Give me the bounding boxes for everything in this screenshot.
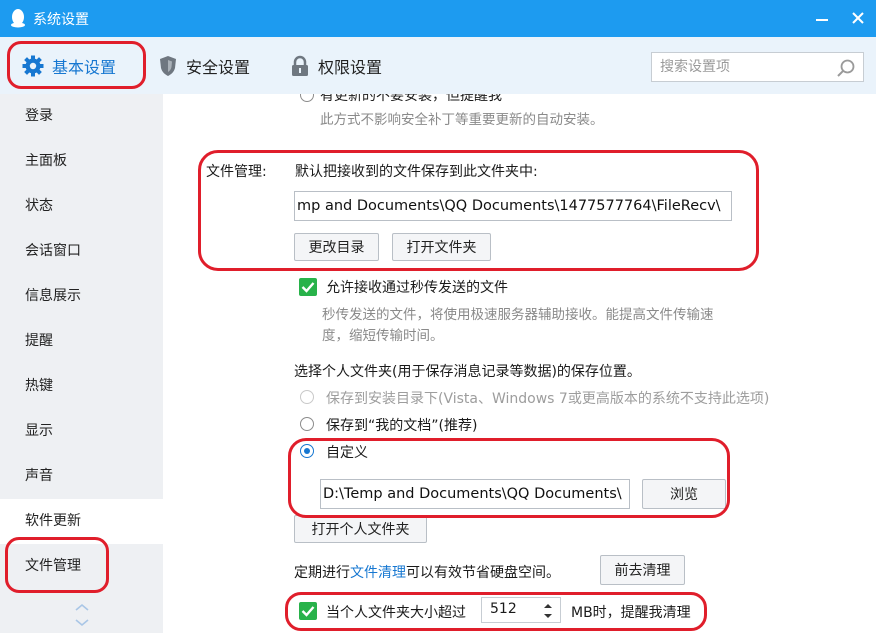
sidebar-item-sound[interactable]: 声音	[0, 454, 163, 499]
window-title: 系统设置	[33, 12, 89, 28]
shield-icon	[160, 55, 176, 76]
sidebar-item-hotkeys[interactable]: 热键	[0, 364, 163, 409]
allow-instant-label: 允许接收通过秒传发送的文件	[326, 280, 508, 296]
receive-folder-path: mp and Documents\QQ Documents\1477577764…	[297, 198, 721, 214]
custom-path-field[interactable]: D:\Temp and Documents\QQ Documents\	[320, 479, 630, 509]
sidebar-item-login[interactable]: 登录	[0, 94, 163, 139]
browse-button[interactable]: 浏览	[642, 479, 726, 509]
sidebar-item-file-management[interactable]: 文件管理	[0, 544, 163, 589]
my-docs-label: 保存到“我的文档”(推荐)	[326, 418, 478, 434]
minimize-button[interactable]	[810, 6, 834, 30]
open-personal-folder-button[interactable]: 打开个人文件夹	[294, 515, 427, 543]
sidebar-item-reminder[interactable]: 提醒	[0, 319, 163, 364]
instant-note-line1: 秒传发送的文件，将使用极速服务器辅助接收。能提高文件传输速	[322, 307, 714, 323]
settings-content: 有更新的不要安装，但提醒我 此方式不影响安全补丁等重要更新的自动安装。 文件管理…	[163, 94, 876, 633]
custom-path: D:\Temp and Documents\QQ Documents\	[323, 486, 622, 502]
change-directory-button[interactable]: 更改目录	[294, 233, 379, 261]
save-folder-description: 默认把接收到的文件保存到此文件夹中:	[295, 164, 538, 180]
install-dir-label: 保存到安装目录下(Vista、Windows 7或更高版本的系统不支持此选项)	[326, 391, 770, 407]
gear-icon	[22, 55, 44, 76]
sidebar-item-chat-window[interactable]: 会话窗口	[0, 229, 163, 274]
spin-up-icon[interactable]	[540, 600, 556, 611]
update-note: 此方式不影响安全补丁等重要更新的自动安装。	[320, 112, 604, 128]
size-warning-suffix: MB时，提醒我清理	[571, 605, 691, 621]
close-icon	[852, 12, 864, 24]
qq-penguin-icon	[11, 9, 25, 28]
check-icon	[301, 606, 315, 617]
size-warning-checkbox[interactable]	[299, 602, 317, 620]
cleanup-suffix: 可以有效节省硬盘空间。	[406, 565, 560, 581]
allow-instant-checkbox[interactable]	[299, 278, 317, 296]
custom-label: 自定义	[326, 445, 368, 461]
go-cleanup-button[interactable]: 前去清理	[600, 555, 685, 585]
tab-security-settings[interactable]: 安全设置	[158, 37, 250, 94]
tab-security-label: 安全设置	[186, 57, 251, 77]
search-input[interactable]	[660, 57, 830, 77]
close-button[interactable]	[846, 6, 870, 30]
instant-note-line2: 度，缩短传输时间。	[322, 328, 444, 344]
size-limit-value: 512	[490, 601, 517, 617]
cleanup-prefix: 定期进行	[294, 565, 350, 581]
sidebar-item-software-update[interactable]: 软件更新	[0, 499, 163, 544]
search-icon[interactable]	[835, 57, 857, 79]
size-warning-prefix: 当个人文件夹大小超过	[326, 605, 466, 621]
file-management-heading: 文件管理:	[206, 164, 267, 180]
tab-permission-label: 权限设置	[318, 57, 383, 77]
sidebar-item-info-display[interactable]: 信息展示	[0, 274, 163, 319]
tab-basic-label: 基本设置	[52, 57, 117, 77]
cleanup-description: 定期进行文件清理可以有效节省硬盘空间。	[294, 562, 560, 582]
minimize-icon	[816, 19, 828, 21]
lock-icon	[292, 55, 308, 76]
receive-folder-path-field[interactable]: mp and Documents\QQ Documents\1477577764…	[294, 191, 732, 221]
sidebar-item-main-panel[interactable]: 主面板	[0, 139, 163, 184]
sidebar-item-status[interactable]: 状态	[0, 184, 163, 229]
open-folder-button[interactable]: 打开文件夹	[392, 233, 491, 261]
update-partial-radio[interactable]	[300, 94, 314, 102]
sidebar: 登录 主面板 状态 会话窗口 信息展示 提醒 热键 显示 声音 软件更新 文件管…	[0, 94, 163, 633]
my-docs-radio[interactable]	[300, 417, 314, 431]
spin-down-icon[interactable]	[540, 611, 556, 622]
size-limit-stepper[interactable]: 512	[481, 597, 561, 623]
title-bar: 系统设置	[0, 0, 876, 37]
personal-folder-description: 选择个人文件夹(用于保存消息记录等数据)的保存位置。	[294, 364, 641, 380]
tab-basic-settings[interactable]: 基本设置	[22, 37, 116, 94]
update-partial-label: 有更新的不要安装，但提醒我	[320, 94, 502, 104]
tab-permission-settings[interactable]: 权限设置	[290, 37, 382, 94]
file-cleanup-link[interactable]: 文件清理	[350, 565, 406, 581]
install-dir-radio[interactable]	[300, 390, 314, 404]
sidebar-item-display[interactable]: 显示	[0, 409, 163, 454]
check-icon	[301, 282, 315, 293]
scroll-arrows-icon[interactable]	[74, 602, 90, 628]
custom-radio[interactable]	[300, 444, 314, 458]
search-box	[651, 52, 864, 82]
